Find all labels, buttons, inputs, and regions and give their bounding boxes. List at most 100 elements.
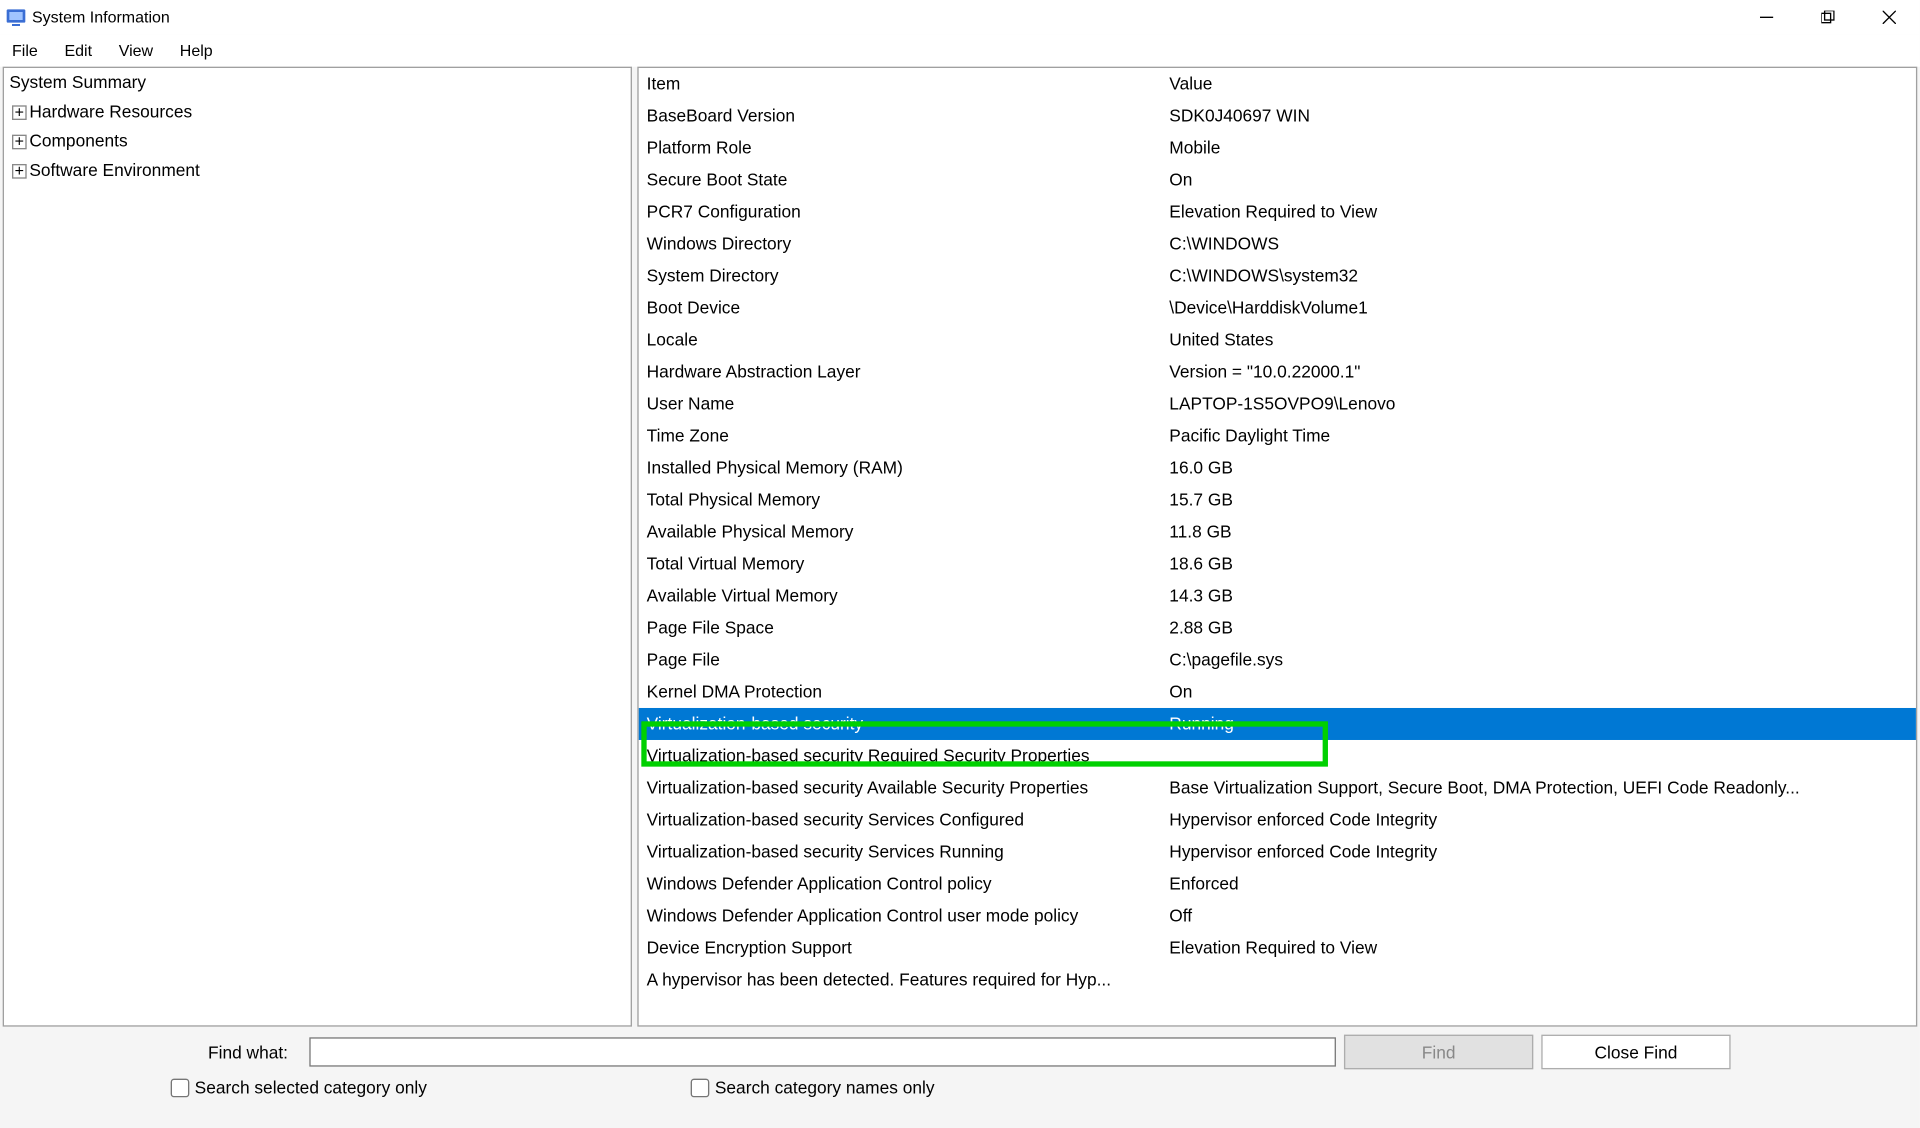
details-value: 11.8 GB (1169, 517, 1908, 546)
find-bar: Find what: Find Close Find Search select… (0, 1027, 1920, 1103)
details-item: User Name (647, 389, 1170, 418)
expand-icon[interactable]: + (12, 105, 27, 120)
details-item: Kernel DMA Protection (647, 677, 1170, 706)
details-item: Page File (647, 645, 1170, 674)
tree-item[interactable]: +Hardware Resources (4, 97, 631, 126)
find-button[interactable]: Find (1344, 1035, 1533, 1070)
find-label: Find what: (13, 1042, 301, 1062)
details-row[interactable]: BaseBoard VersionSDK0J40697 WIN (639, 100, 1916, 132)
header-item[interactable]: Item (647, 69, 1170, 98)
details-row[interactable]: LocaleUnited States (639, 324, 1916, 356)
details-row[interactable]: Page FileC:\pagefile.sys (639, 644, 1916, 676)
tree-panel[interactable]: System Summary +Hardware Resources+Compo… (3, 67, 632, 1027)
details-item: Virtualization-based security Services R… (647, 837, 1170, 866)
details-item: Virtualization-based security Available … (647, 773, 1170, 802)
details-value: C:\pagefile.sys (1169, 645, 1908, 674)
titlebar: System Information (0, 0, 1920, 35)
details-row[interactable]: Windows Defender Application Control use… (639, 900, 1916, 932)
details-item: Locale (647, 325, 1170, 354)
details-item: Hardware Abstraction Layer (647, 357, 1170, 386)
details-item: Windows Defender Application Control use… (647, 901, 1170, 930)
details-item: Platform Role (647, 133, 1170, 162)
details-row[interactable]: Secure Boot StateOn (639, 164, 1916, 196)
menu-help[interactable]: Help (166, 38, 226, 62)
details-row[interactable]: Boot Device\Device\HarddiskVolume1 (639, 292, 1916, 324)
details-item: Boot Device (647, 293, 1170, 322)
menu-view[interactable]: View (105, 38, 166, 62)
details-row[interactable]: Virtualization-based securityRunning (639, 708, 1916, 740)
details-item: Virtualization-based security Services C… (647, 805, 1170, 834)
details-row[interactable]: Kernel DMA ProtectionOn (639, 676, 1916, 708)
check-selected-category[interactable]: Search selected category only (171, 1077, 427, 1097)
details-value: United States (1169, 325, 1908, 354)
details-row[interactable]: Virtualization-based security Services C… (639, 804, 1916, 836)
details-row[interactable]: Time ZonePacific Daylight Time (639, 420, 1916, 452)
details-row[interactable]: Virtualization-based security Required S… (639, 740, 1916, 772)
check-selected-category-label: Search selected category only (195, 1077, 427, 1097)
details-row[interactable]: Virtualization-based security Available … (639, 772, 1916, 804)
header-value[interactable]: Value (1169, 69, 1908, 98)
menu-edit[interactable]: Edit (51, 38, 105, 62)
close-find-button[interactable]: Close Find (1541, 1035, 1730, 1070)
details-value: 16.0 GB (1169, 453, 1908, 482)
check-category-names-box[interactable] (691, 1078, 710, 1097)
details-row[interactable]: Available Virtual Memory14.3 GB (639, 580, 1916, 612)
details-value: Hypervisor enforced Code Integrity (1169, 805, 1908, 834)
tree-item-label: Components (29, 128, 127, 155)
close-button[interactable] (1859, 0, 1920, 35)
details-row[interactable]: User NameLAPTOP-1S5OVPO9\Lenovo (639, 388, 1916, 420)
details-item: Secure Boot State (647, 165, 1170, 194)
tree-root[interactable]: System Summary (4, 68, 631, 97)
maximize-button[interactable] (1797, 0, 1858, 35)
details-item: Device Encryption Support (647, 933, 1170, 962)
tree-item-label: Software Environment (29, 157, 200, 184)
check-category-names-label: Search category names only (715, 1077, 935, 1097)
details-item: Total Physical Memory (647, 485, 1170, 514)
details-item: A hypervisor has been detected. Features… (647, 965, 1170, 994)
details-row[interactable]: Page File Space2.88 GB (639, 612, 1916, 644)
details-row[interactable]: Available Physical Memory11.8 GB (639, 516, 1916, 548)
details-value: C:\WINDOWS (1169, 229, 1908, 258)
details-row[interactable]: PCR7 ConfigurationElevation Required to … (639, 196, 1916, 228)
minimize-button[interactable] (1736, 0, 1797, 35)
details-row[interactable]: Platform RoleMobile (639, 132, 1916, 164)
details-item: Total Virtual Memory (647, 549, 1170, 578)
details-row[interactable]: Device Encryption SupportElevation Requi… (639, 932, 1916, 964)
details-item: Time Zone (647, 421, 1170, 450)
find-input[interactable] (309, 1037, 1336, 1066)
details-row[interactable]: Hardware Abstraction LayerVersion = "10.… (639, 356, 1916, 388)
menubar: File Edit View Help (0, 35, 1920, 67)
details-row[interactable]: Windows DirectoryC:\WINDOWS (639, 228, 1916, 260)
menu-file[interactable]: File (5, 38, 51, 62)
details-row[interactable]: Total Physical Memory15.7 GB (639, 484, 1916, 516)
details-item: System Directory (647, 261, 1170, 290)
tree-item[interactable]: +Components (4, 127, 631, 156)
details-row[interactable]: Total Virtual Memory18.6 GB (639, 548, 1916, 580)
details-value: Hypervisor enforced Code Integrity (1169, 837, 1908, 866)
expand-icon[interactable]: + (12, 134, 27, 149)
check-selected-category-box[interactable] (171, 1078, 190, 1097)
details-item: Windows Defender Application Control pol… (647, 869, 1170, 898)
details-row[interactable]: Windows Defender Application Control pol… (639, 868, 1916, 900)
details-panel: Item Value BaseBoard VersionSDK0J40697 W… (637, 67, 1917, 1027)
check-category-names[interactable]: Search category names only (467, 1077, 935, 1097)
details-value: LAPTOP-1S5OVPO9\Lenovo (1169, 389, 1908, 418)
details-list[interactable]: Item Value BaseBoard VersionSDK0J40697 W… (639, 68, 1916, 1025)
details-value: C:\WINDOWS\system32 (1169, 261, 1908, 290)
details-value: Mobile (1169, 133, 1908, 162)
details-header[interactable]: Item Value (639, 68, 1916, 100)
tree-item[interactable]: +Software Environment (4, 156, 631, 185)
details-value: 18.6 GB (1169, 549, 1908, 578)
details-value: 15.7 GB (1169, 485, 1908, 514)
details-row[interactable]: System DirectoryC:\WINDOWS\system32 (639, 260, 1916, 292)
details-item: BaseBoard Version (647, 101, 1170, 130)
details-value: Off (1169, 901, 1908, 930)
details-row[interactable]: Virtualization-based security Services R… (639, 836, 1916, 868)
details-value: \Device\HarddiskVolume1 (1169, 293, 1908, 322)
tree-item-label: Hardware Resources (29, 99, 192, 126)
expand-icon[interactable]: + (12, 163, 27, 178)
details-row[interactable]: A hypervisor has been detected. Features… (639, 964, 1916, 996)
details-row[interactable]: Installed Physical Memory (RAM)16.0 GB (639, 452, 1916, 484)
details-value: Enforced (1169, 869, 1908, 898)
app-icon (5, 7, 26, 28)
